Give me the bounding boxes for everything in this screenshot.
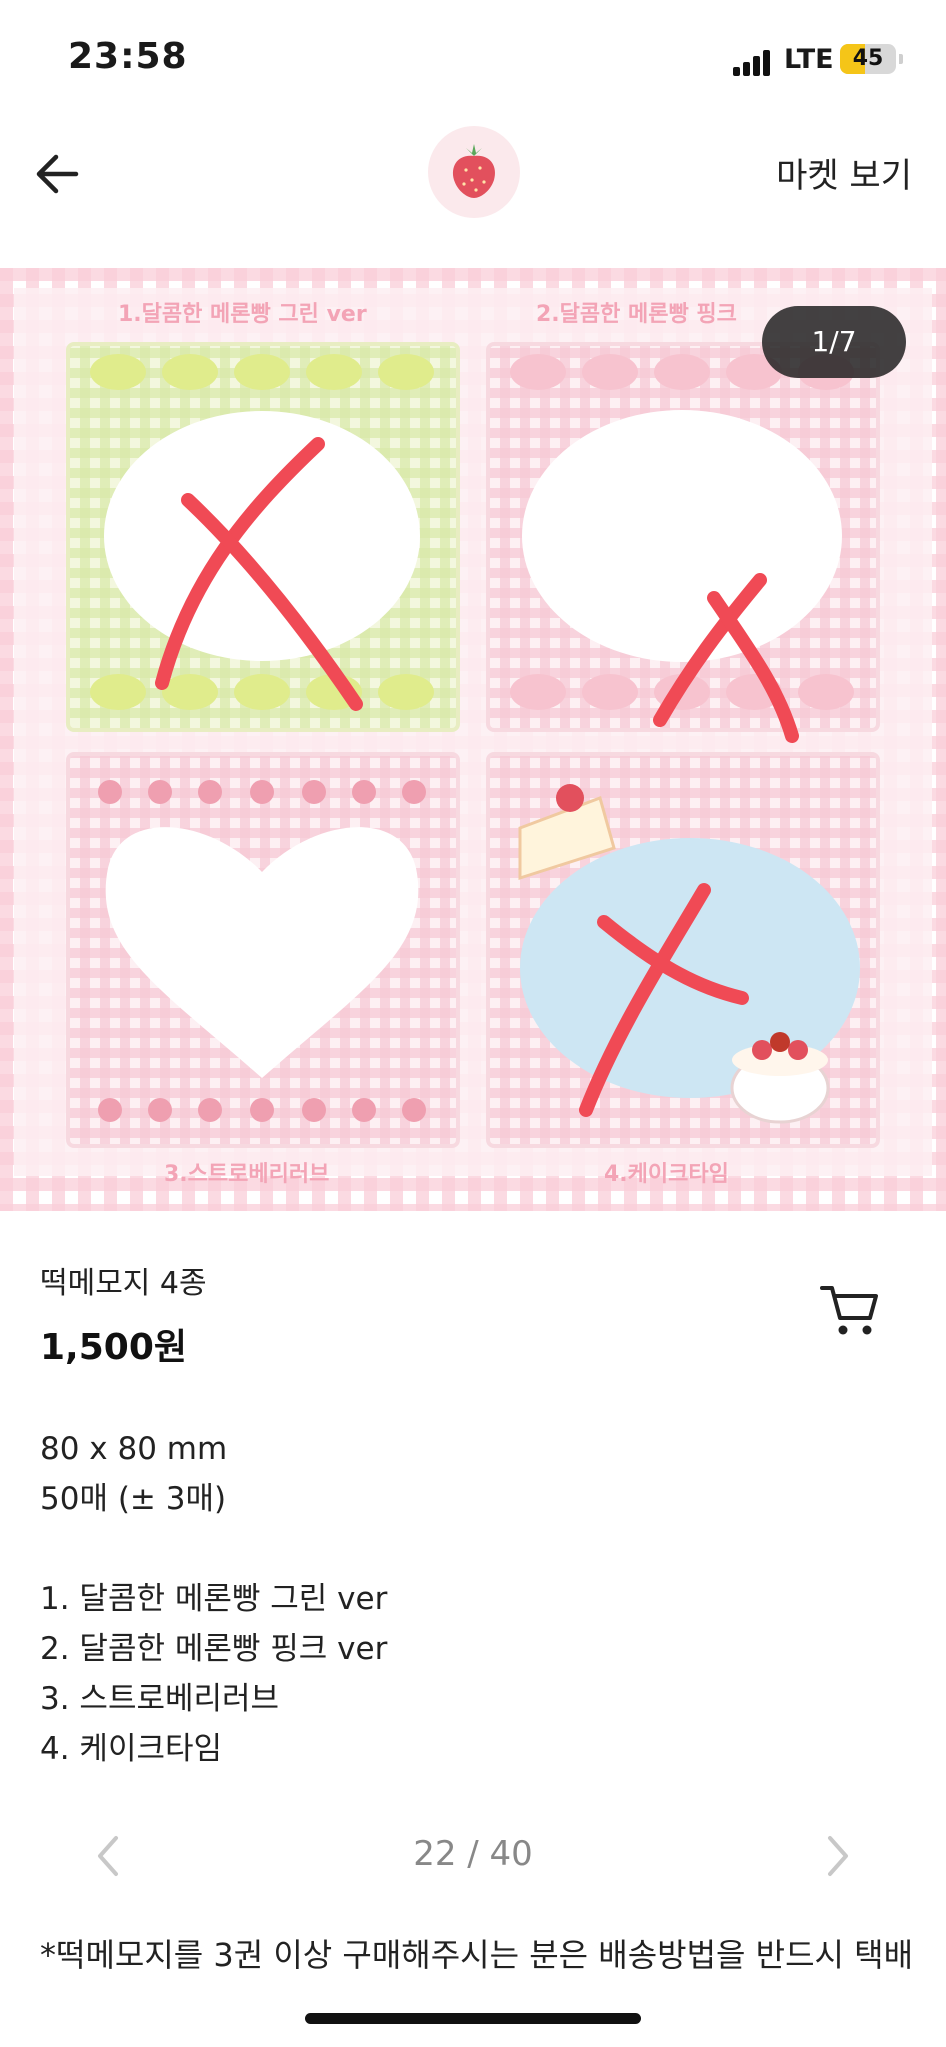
image-counter: 1/7 bbox=[762, 306, 906, 378]
desc-line: 1. 달콤한 메론빵 그린 ver bbox=[40, 1581, 388, 1617]
shop-logo[interactable] bbox=[428, 126, 520, 218]
panel-label-3: 3.스트로베리러브 bbox=[164, 1162, 330, 1187]
next-product-button[interactable] bbox=[812, 1826, 862, 1886]
network-label: LTE bbox=[784, 44, 834, 75]
home-indicator[interactable] bbox=[305, 2013, 641, 2024]
strawberry-icon bbox=[452, 144, 496, 198]
add-to-cart-button[interactable] bbox=[818, 1280, 882, 1340]
product-description: 80 x 80 mm 50매 (± 3매) 1. 달콤한 메론빵 그린 ver … bbox=[40, 1424, 387, 1774]
panel-label-2: 2.달콤한 메론빵 핑크 bbox=[536, 302, 737, 327]
product-page-counter: 22 / 40 bbox=[413, 1834, 533, 1874]
back-button[interactable] bbox=[30, 144, 90, 204]
product-price: 1,500원 bbox=[40, 1327, 187, 1368]
shipping-notice: *떡메모지를 3권 이상 구매해주시는 분은 배송방법을 반드시 택배 bbox=[40, 1936, 914, 1970]
chevron-right-icon bbox=[828, 1836, 848, 1876]
battery-level: 45 bbox=[852, 46, 884, 71]
arrow-left-icon bbox=[36, 154, 79, 194]
battery-icon: 45 bbox=[840, 44, 896, 74]
panel-label-1: 1.달콤한 메론빵 그린 ver bbox=[118, 302, 367, 327]
desc-line: 80 x 80 mm bbox=[40, 1431, 228, 1467]
signal-icon bbox=[733, 48, 773, 76]
market-view-link[interactable]: 마켓 보기 bbox=[776, 148, 912, 197]
panel-label-4: 4.케이크타임 bbox=[604, 1162, 729, 1187]
desc-line: 2. 달콤한 메론빵 핑크 ver bbox=[40, 1631, 388, 1667]
desc-line bbox=[40, 1524, 387, 1574]
product-image[interactable]: 1.달콤한 메론빵 그린 ver 2.달콤한 메론빵 핑크 3.스트로베리러브 … bbox=[0, 268, 946, 1211]
desc-line: 3. 스트로베리러브 bbox=[40, 1681, 280, 1717]
product-image-art bbox=[0, 268, 946, 1211]
top-nav: 마켓 보기 bbox=[0, 120, 946, 260]
cart-icon bbox=[820, 1286, 878, 1335]
desc-line: 4. 케이크타임 bbox=[40, 1731, 223, 1767]
product-title: 떡메모지 4종 bbox=[40, 1266, 207, 1301]
status-bar: 23:58 LTE 45 bbox=[0, 0, 946, 120]
status-time: 23:58 bbox=[68, 36, 188, 77]
battery-tip bbox=[899, 54, 903, 64]
desc-line: 50매 (± 3매) bbox=[40, 1481, 227, 1517]
